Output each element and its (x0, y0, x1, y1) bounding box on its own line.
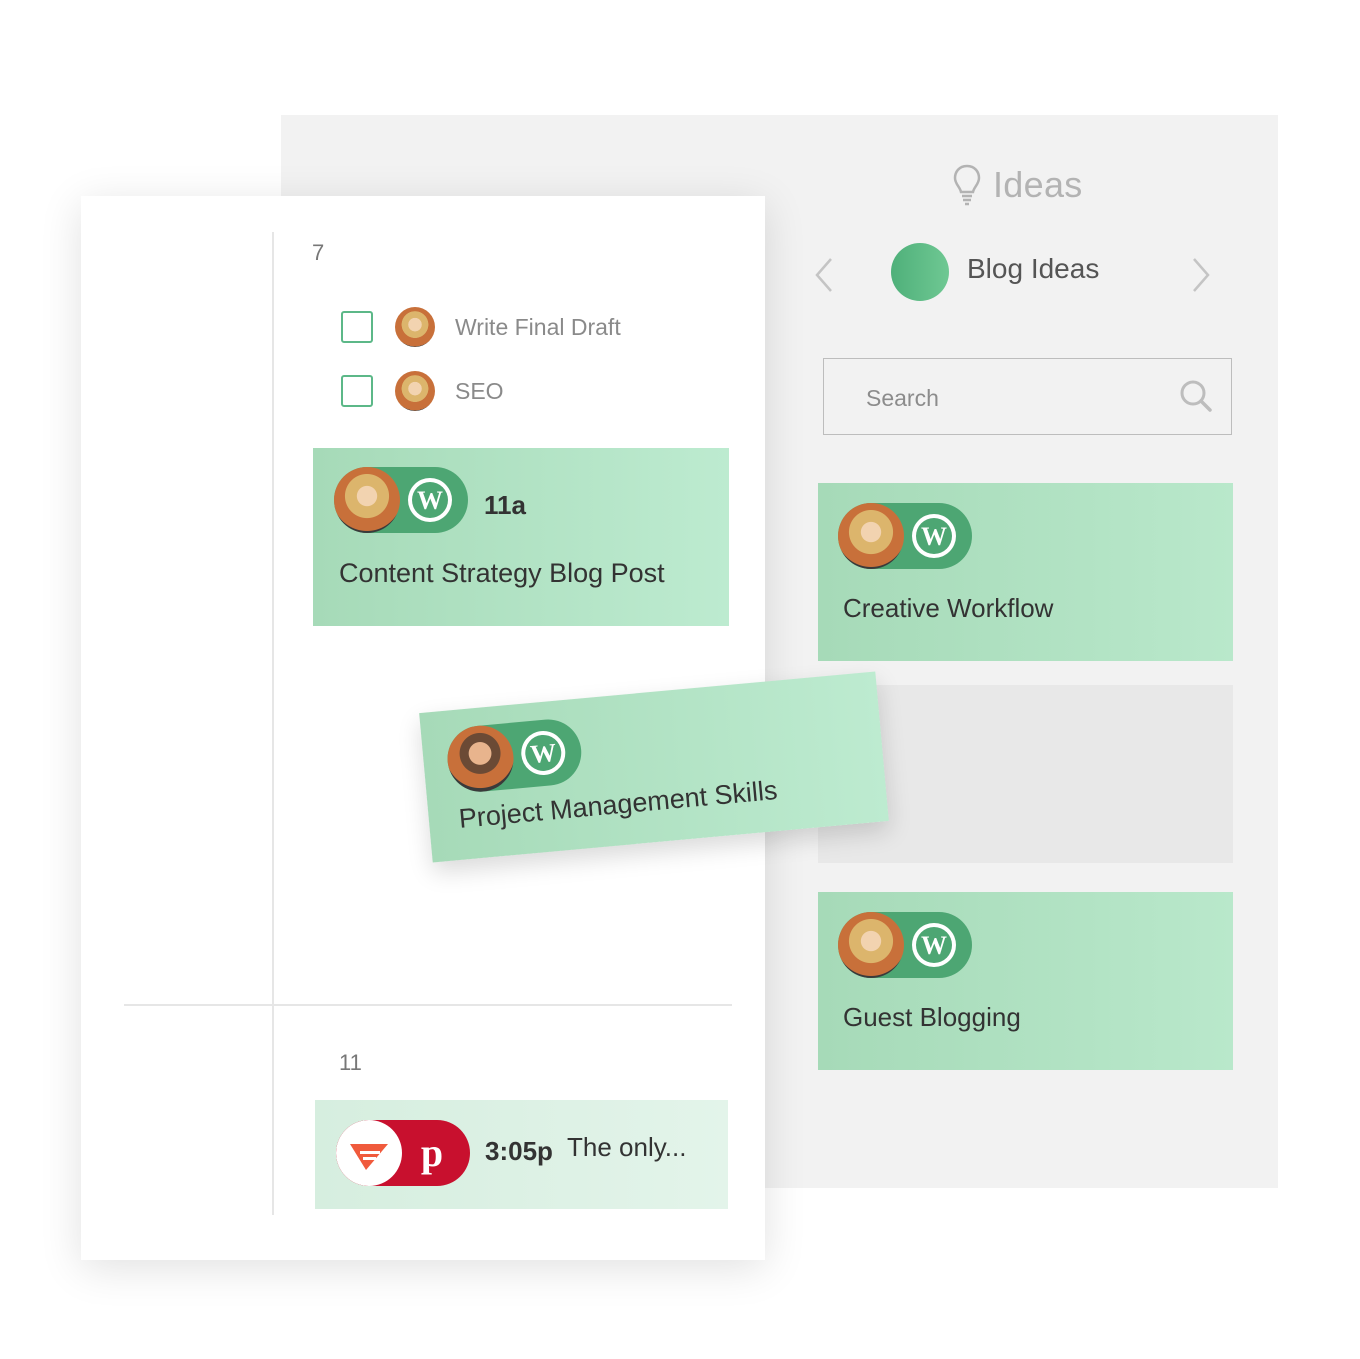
day-number: 7 (312, 240, 325, 265)
task-checkbox[interactable] (341, 311, 373, 343)
task-label[interactable]: SEO (455, 378, 504, 405)
avatar (395, 307, 435, 347)
search-input[interactable] (864, 381, 1148, 415)
post-title: Content Strategy Blog Post (339, 558, 665, 588)
avatar (334, 467, 400, 533)
wordpress-icon: W (912, 514, 956, 558)
idea-card-title: Guest Blogging (843, 1002, 1021, 1032)
wordpress-icon: W (912, 923, 956, 967)
idea-card[interactable]: W Creative Workflow (818, 483, 1233, 661)
svg-text:p: p (421, 1130, 443, 1175)
row-divider (124, 1004, 732, 1006)
pin-time: 3:05p (485, 1136, 553, 1166)
day-number: 11 (339, 1050, 362, 1075)
avatar (444, 722, 517, 795)
avatar-platform-pill: W (838, 503, 972, 569)
avatar (838, 503, 904, 569)
column-divider (272, 232, 274, 1215)
scheduled-post-card[interactable]: W 11a Content Strategy Blog Post (313, 448, 729, 626)
task-row: Write Final Draft (341, 307, 621, 347)
avatar (395, 371, 435, 411)
idea-card-title: Creative Workflow (843, 593, 1054, 623)
task-label[interactable]: Write Final Draft (455, 314, 621, 341)
svg-text:W: W (529, 738, 558, 769)
post-time: 11a (484, 490, 526, 520)
scheduled-pin-card[interactable]: p 3:05p The only... (315, 1100, 728, 1209)
svg-text:W: W (417, 486, 443, 515)
wordpress-icon: W (521, 730, 566, 775)
category-label: Blog Ideas (967, 253, 1100, 284)
search-icon[interactable] (1179, 379, 1213, 413)
pin-text: The only... (567, 1132, 687, 1162)
brand-logo-icon (336, 1120, 402, 1186)
avatar-platform-pill: p (336, 1120, 470, 1186)
idea-card[interactable]: W Guest Blogging (818, 892, 1233, 1070)
search-box (823, 358, 1232, 435)
wordpress-icon: W (408, 478, 452, 522)
ideas-header: Ideas (953, 163, 1083, 207)
lightbulb-icon (953, 164, 981, 206)
task-checkbox[interactable] (341, 375, 373, 407)
task-row: SEO (341, 371, 504, 411)
chevron-right-icon[interactable] (1184, 255, 1214, 295)
avatar-platform-pill: W (838, 912, 972, 978)
pinterest-icon: p (421, 1130, 443, 1175)
category-color-dot (891, 243, 949, 301)
chevron-left-icon[interactable] (811, 255, 841, 295)
ideas-title: Ideas (993, 164, 1083, 205)
avatar-platform-pill: W (334, 467, 468, 533)
avatar-platform-pill: W (444, 716, 585, 795)
svg-text:W: W (921, 931, 947, 960)
svg-text:W: W (921, 522, 947, 551)
avatar (838, 912, 904, 978)
